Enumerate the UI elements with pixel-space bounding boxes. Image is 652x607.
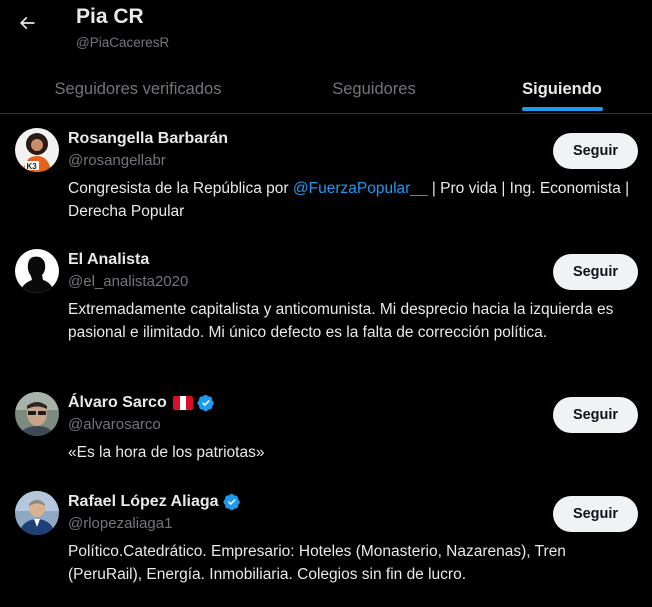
user-name[interactable]: Rosangella Barbarán (68, 130, 228, 148)
user-bio: Político.Catedrático. Empresario: Hotele… (68, 543, 566, 583)
peru-flag-icon (172, 396, 193, 410)
follow-button[interactable]: Seguir (553, 133, 638, 169)
profile-header: Pia CR @PiaCaceresR (0, 0, 652, 64)
user-bio: Extremadamente capitalista y anticomunis… (68, 301, 614, 341)
user-cell[interactable]: El Analista @el_analista2020 Extremadame… (0, 249, 652, 374)
avatar[interactable] (15, 249, 59, 293)
user-cell[interactable]: K3 Rosangella Barbarán @rosangellabr Con… (0, 128, 652, 238)
avatar[interactable] (15, 491, 59, 535)
user-handle[interactable]: @rosangellabr (68, 152, 166, 169)
page-title: Pia CR (76, 5, 144, 28)
user-name[interactable]: Rafael López Aliaga (68, 493, 219, 511)
user-cell[interactable]: Rafael López Aliaga @rlopezaliaga1 Polít… (0, 491, 652, 591)
tab-label: Seguidores (332, 79, 416, 98)
tab-bar: Seguidores verificados Seguidores Siguie… (0, 64, 652, 114)
user-cell[interactable]: Álvaro Sarco @alvarosarco «Es la hora de… (0, 392, 652, 472)
svg-text:K3: K3 (27, 162, 38, 171)
arrow-left-icon (17, 13, 37, 38)
verified-badge-icon (223, 493, 241, 511)
verified-badge-icon (197, 394, 215, 412)
tab-verified-followers[interactable]: Seguidores verificados (0, 64, 276, 114)
tab-followers[interactable]: Seguidores (276, 64, 472, 114)
user-handle[interactable]: @alvarosarco (68, 416, 161, 433)
avatar[interactable] (15, 392, 59, 436)
tab-label: Seguidores verificados (54, 79, 222, 98)
user-name[interactable]: El Analista (68, 251, 149, 269)
bio-mention-link[interactable]: @FuerzaPopular__ (293, 180, 428, 197)
active-tab-indicator (522, 107, 603, 111)
back-button[interactable] (10, 8, 44, 42)
user-name[interactable]: Álvaro Sarco (68, 394, 167, 412)
avatar[interactable]: K3 (15, 128, 59, 172)
profile-handle: @PiaCaceresR (76, 35, 170, 50)
user-bio: «Es la hora de los patriotas» (68, 444, 265, 461)
user-handle[interactable]: @rlopezaliaga1 (68, 515, 172, 532)
user-handle[interactable]: @el_analista2020 (68, 273, 188, 290)
follow-button[interactable]: Seguir (553, 397, 638, 433)
follow-button[interactable]: Seguir (553, 496, 638, 532)
tab-label: Siguiendo (522, 79, 602, 98)
bio-text: Congresista de la República por (68, 180, 293, 197)
follow-button[interactable]: Seguir (553, 254, 638, 290)
user-bio: Congresista de la República por @FuerzaP… (68, 178, 638, 223)
